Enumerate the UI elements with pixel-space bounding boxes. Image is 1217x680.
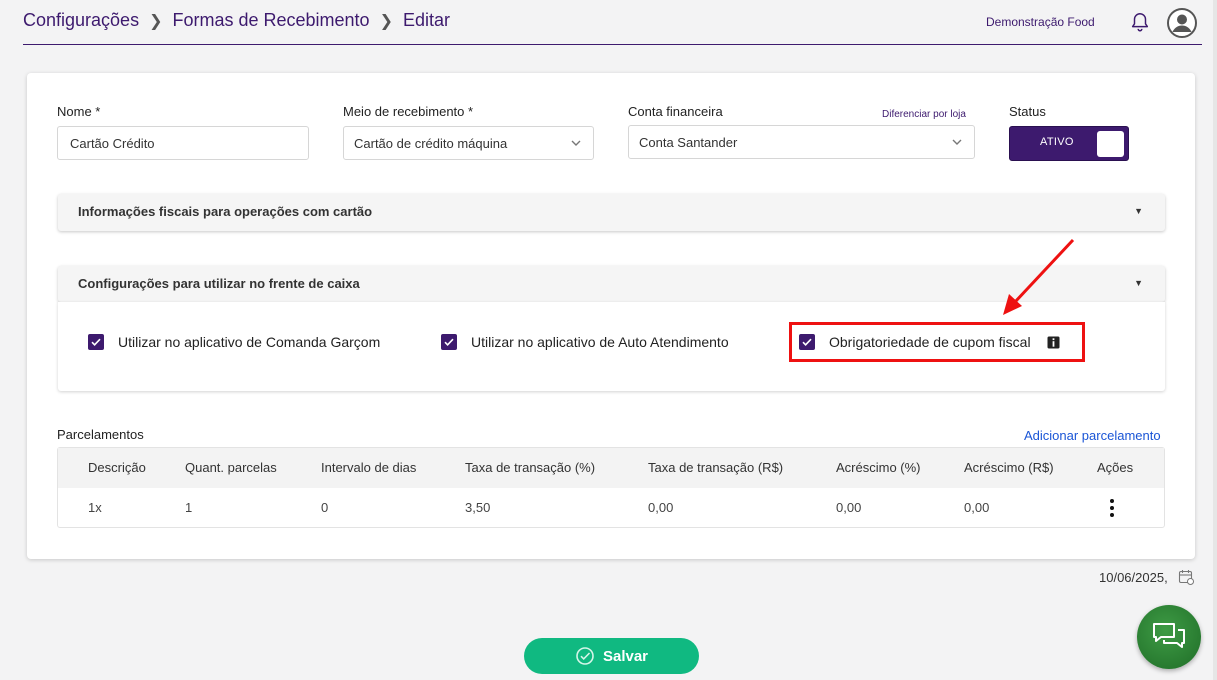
caret-down-icon: ▼	[1134, 206, 1143, 216]
breadcrumb-separator-icon: ❯	[149, 12, 163, 30]
table-cell: 3,50	[465, 500, 491, 515]
save-button-label: Salvar	[602, 647, 649, 665]
option-label: Utilizar no aplicativo de Comanda Garçom	[118, 334, 381, 350]
last-updated-date: 10/06/2025,	[1099, 570, 1168, 585]
check-icon	[91, 338, 101, 346]
option-comanda-garcom[interactable]: Utilizar no aplicativo de Comanda Garçom	[88, 334, 380, 350]
table-cell: 0,00	[836, 500, 862, 515]
conta-label: Conta financeira	[628, 104, 723, 119]
frente-caixa-accordion-title: Configurações para utilizar no frente de…	[78, 276, 360, 291]
top-header: Configurações ❯ Formas de Recebimento ❯ …	[0, 0, 1217, 46]
calendar-icon[interactable]	[1178, 569, 1194, 585]
parcelamentos-table: Descrição Quant. parcelas Intervalo de d…	[57, 447, 1165, 528]
red-arrow-annotation	[1003, 238, 1075, 315]
column-header[interactable]: Intervalo de dias	[321, 460, 416, 475]
check-icon	[444, 338, 454, 346]
column-header[interactable]: Descrição	[88, 460, 146, 475]
column-header[interactable]: Acréscimo (%)	[836, 460, 921, 475]
meio-select-value: Cartão de crédito máquina	[354, 135, 508, 151]
save-button[interactable]: Salvar	[524, 638, 699, 674]
fiscal-accordion[interactable]: Informações fiscais para operações com c…	[58, 194, 1165, 231]
fiscal-accordion-title: Informações fiscais para operações com c…	[78, 204, 373, 219]
option-auto-atendimento[interactable]: Utilizar no aplicativo de Auto Atendimen…	[441, 334, 729, 350]
header-divider	[23, 44, 1202, 45]
column-header[interactable]: Quant. parcelas	[185, 460, 277, 475]
nome-label: Nome *	[57, 104, 101, 119]
breadcrumb-configuracoes[interactable]: Configurações	[23, 10, 139, 31]
table-cell: 0	[321, 500, 329, 515]
parcelamentos-title: Parcelamentos	[57, 427, 144, 442]
nome-input[interactable]: Cartão Crédito	[57, 126, 309, 160]
caret-down-icon: ▼	[1134, 278, 1143, 288]
highlight-box	[789, 322, 1085, 362]
chat-button[interactable]	[1137, 605, 1201, 669]
chat-icon	[1153, 623, 1185, 648]
table-cell: 0,00	[964, 500, 990, 515]
meio-select[interactable]: Cartão de crédito máquina	[343, 126, 594, 160]
status-label: Status	[1009, 104, 1046, 119]
form-card: Nome * Cartão Crédito Meio de recebiment…	[27, 73, 1195, 559]
column-header[interactable]: Taxa de transação (%)	[465, 460, 595, 475]
checkbox-checked[interactable]	[88, 334, 104, 350]
check-circle-icon	[576, 647, 594, 665]
toggle-knob	[1097, 131, 1124, 157]
conta-select-value: Conta Santander	[639, 134, 738, 150]
breadcrumb-formas-recebimento[interactable]: Formas de Recebimento	[172, 10, 369, 31]
diferenciar-link[interactable]: Diferenciar por loja	[882, 109, 966, 120]
status-toggle[interactable]: ATIVO	[1009, 126, 1129, 161]
bell-icon[interactable]	[1129, 11, 1151, 33]
status-toggle-text: ATIVO	[1040, 136, 1074, 148]
column-header[interactable]: Taxa de transação (R$)	[648, 460, 783, 475]
column-header: Ações	[1097, 460, 1134, 475]
company-name[interactable]: Demonstração Food	[986, 15, 1095, 29]
chevron-down-icon	[952, 139, 962, 145]
column-header[interactable]: Acréscimo (R$)	[964, 460, 1054, 475]
breadcrumb-separator-icon: ❯	[379, 12, 393, 30]
table-cell: 0,00	[648, 500, 674, 515]
table-header-row: Descrição Quant. parcelas Intervalo de d…	[58, 448, 1164, 488]
scrollbar[interactable]	[1213, 0, 1217, 680]
chevron-down-icon	[571, 140, 581, 146]
breadcrumb: Configurações ❯ Formas de Recebimento ❯ …	[23, 10, 450, 31]
option-label: Utilizar no aplicativo de Auto Atendimen…	[471, 334, 729, 350]
table-cell: 1	[185, 500, 193, 515]
breadcrumb-editar: Editar	[402, 10, 451, 30]
conta-select[interactable]: Conta Santander	[628, 125, 975, 159]
adicionar-parcelamento-link[interactable]: Adicionar parcelamento	[1024, 428, 1161, 443]
avatar-icon[interactable]	[1167, 8, 1197, 38]
table-cell: 1x	[88, 500, 102, 515]
meio-label: Meio de recebimento *	[343, 104, 474, 119]
kebab-menu-icon[interactable]	[1108, 498, 1116, 518]
checkbox-checked[interactable]	[441, 334, 457, 350]
